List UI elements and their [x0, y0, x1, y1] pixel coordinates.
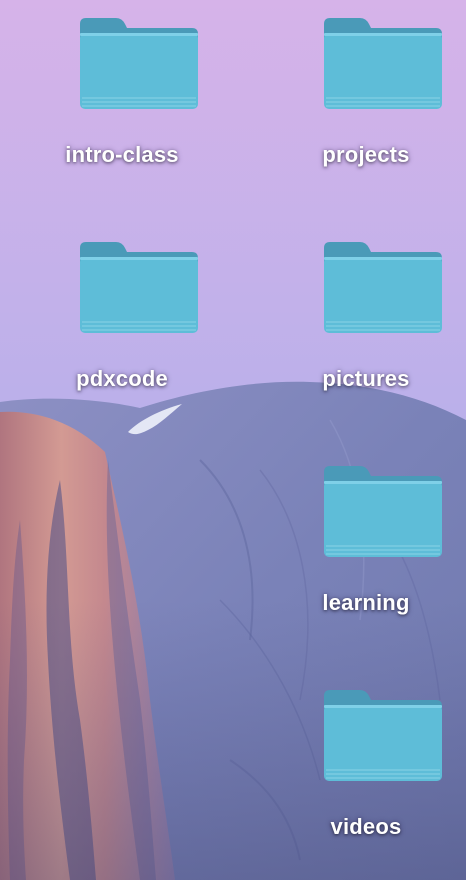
folder-learning[interactable]: learning — [291, 448, 442, 638]
folder-icon — [324, 690, 442, 781]
folder-label: pdxcode — [76, 366, 168, 391]
folder-label: projects — [322, 142, 410, 167]
folder-intro-class[interactable]: intro-class — [47, 0, 198, 190]
folder-icon — [80, 18, 198, 109]
folder-icon — [324, 466, 442, 557]
folder-projects[interactable]: projects — [291, 0, 442, 190]
folder-icon — [324, 18, 442, 109]
folder-icon — [324, 242, 442, 333]
folder-label: videos — [330, 814, 402, 839]
folder-label: pictures — [322, 366, 410, 391]
folder-pdxcode[interactable]: pdxcode — [47, 224, 198, 414]
folder-pictures[interactable]: pictures — [291, 224, 442, 414]
folder-videos[interactable]: videos — [291, 672, 442, 862]
folder-icon — [80, 242, 198, 333]
desktop: intro-class projects pdxcode pictures le… — [0, 0, 466, 880]
folder-label: intro-class — [65, 142, 179, 167]
folder-label: learning — [322, 590, 410, 615]
